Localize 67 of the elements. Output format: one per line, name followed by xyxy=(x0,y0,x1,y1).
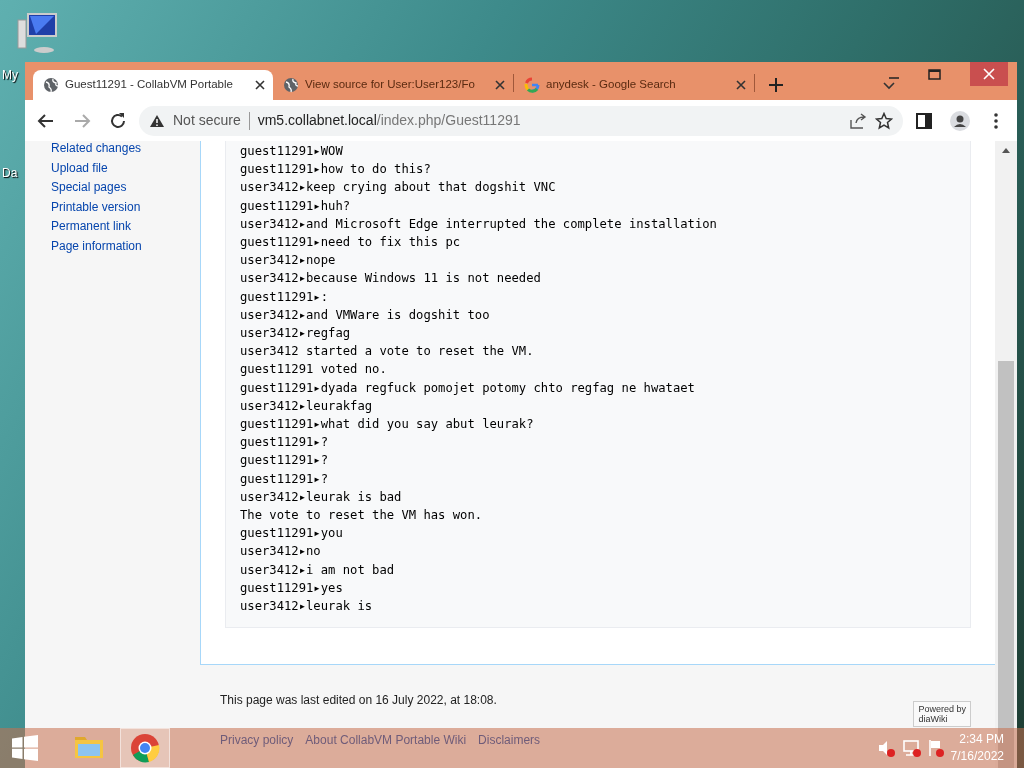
security-label: Not secure xyxy=(173,111,241,130)
close-icon xyxy=(983,68,995,80)
browser-tab[interactable]: Guest11291 - CollabVM Portable xyxy=(33,70,273,100)
chat-line: guest11291▸huh? xyxy=(240,197,352,215)
taskbar-app-button[interactable] xyxy=(120,728,170,768)
chat-line: user3412▸leurak is xyxy=(240,598,374,616)
chat-line: guest11291▸? xyxy=(240,434,330,452)
url-text: vm5.collabnet.local/index.php/Guest11291 xyxy=(257,111,521,130)
chat-line: guest11291▸WOW xyxy=(240,143,344,160)
computer-icon xyxy=(14,10,60,56)
chat-line: user3412▸i am not bad xyxy=(240,561,396,579)
chat-line: user3412▸and Microsoft Edge interrupted the complete installation xyxy=(240,215,718,233)
chat-line: guest11291▸? xyxy=(240,470,330,488)
reload-icon[interactable] xyxy=(108,110,128,131)
sidebar-link[interactable]: Permanent link xyxy=(51,217,200,237)
maximize-icon[interactable] xyxy=(926,66,942,82)
profile-icon[interactable] xyxy=(950,110,970,131)
chat-line: guest11291▸? xyxy=(240,452,330,470)
chat-line: user3412▸nope xyxy=(240,252,337,270)
desktop-icon-label: Da xyxy=(2,165,18,182)
scroll-up-arrow-icon[interactable] xyxy=(1002,147,1010,153)
chat-line: user3412▸leurak is bad xyxy=(240,488,403,506)
new-tab-icon[interactable] xyxy=(769,78,783,92)
sidebar-link[interactable]: Printable version xyxy=(51,197,200,217)
google-logo-icon xyxy=(524,77,540,93)
flag-error-icon[interactable] xyxy=(926,739,945,757)
close-icon[interactable] xyxy=(736,80,746,90)
chat-line: guest11291▸you xyxy=(240,525,344,543)
chat-line: guest11291▸what did you say abut leurak? xyxy=(240,416,535,434)
sidebar-link[interactable]: Upload file xyxy=(51,158,200,178)
star-icon[interactable] xyxy=(875,111,893,130)
chat-line: user3412▸regfag xyxy=(240,325,352,343)
globe-icon xyxy=(43,77,59,93)
chat-line: guest11291▸: xyxy=(240,288,330,306)
close-icon[interactable] xyxy=(255,80,265,90)
network-error-icon[interactable] xyxy=(900,739,921,757)
chat-line: user3412▸because Windows 11 is not needed xyxy=(240,270,542,288)
desktop-icon-label: My xyxy=(2,67,18,84)
chat-line: guest11291▸yes xyxy=(240,579,344,597)
chat-line: guest11291 voted no. xyxy=(240,361,388,379)
chat-line: The vote to reset the VM has won. xyxy=(240,507,484,525)
chat-line: user3412▸keep crying about that dogshit VNC xyxy=(240,179,557,197)
chat-line: user3412▸no xyxy=(240,543,322,561)
close-button[interactable] xyxy=(970,62,1008,86)
windows-logo-icon[interactable] xyxy=(12,735,38,761)
sidebar-link[interactable]: Special pages xyxy=(51,178,200,198)
chevron-down-icon[interactable] xyxy=(883,82,895,90)
side-panel-icon[interactable] xyxy=(914,110,934,131)
chat-line: guest11291▸dyada regfuck pomojet potomy chto regfag ne hwataet xyxy=(240,379,696,397)
chat-line: user3412 started a vote to reset the VM. xyxy=(240,343,535,361)
sidebar-link[interactable]: Page information xyxy=(51,236,200,256)
globe-icon xyxy=(283,77,299,93)
chat-line: guest11291▸how to do this? xyxy=(240,161,432,179)
share-icon[interactable] xyxy=(849,111,867,130)
close-icon[interactable] xyxy=(495,80,505,90)
speaker-muted-icon[interactable] xyxy=(876,739,895,757)
chrome-logo-icon xyxy=(129,732,161,764)
sidebar-link[interactable]: Related changes xyxy=(51,141,200,159)
powered-by-badge[interactable]: Powered by diaWiki xyxy=(913,701,971,727)
browser-tab[interactable]: View source for User:User123/Fo xyxy=(273,70,513,100)
chat-line: user3412▸leurakfag xyxy=(240,397,374,415)
chat-line: user3412▸and VMWare is dogshit too xyxy=(240,306,491,324)
chat-line: guest11291▸need to fix this pc xyxy=(240,234,462,251)
address-bar[interactable]: Not secure vm5.collabnet.local/index.php/Guest11291 xyxy=(139,105,903,136)
last-edited-text: This page was last edited on 16 July 2022, at 18:08. xyxy=(220,692,497,710)
warning-icon xyxy=(149,113,165,128)
browser-tab[interactable]: anydesk - Google Search xyxy=(514,70,754,100)
